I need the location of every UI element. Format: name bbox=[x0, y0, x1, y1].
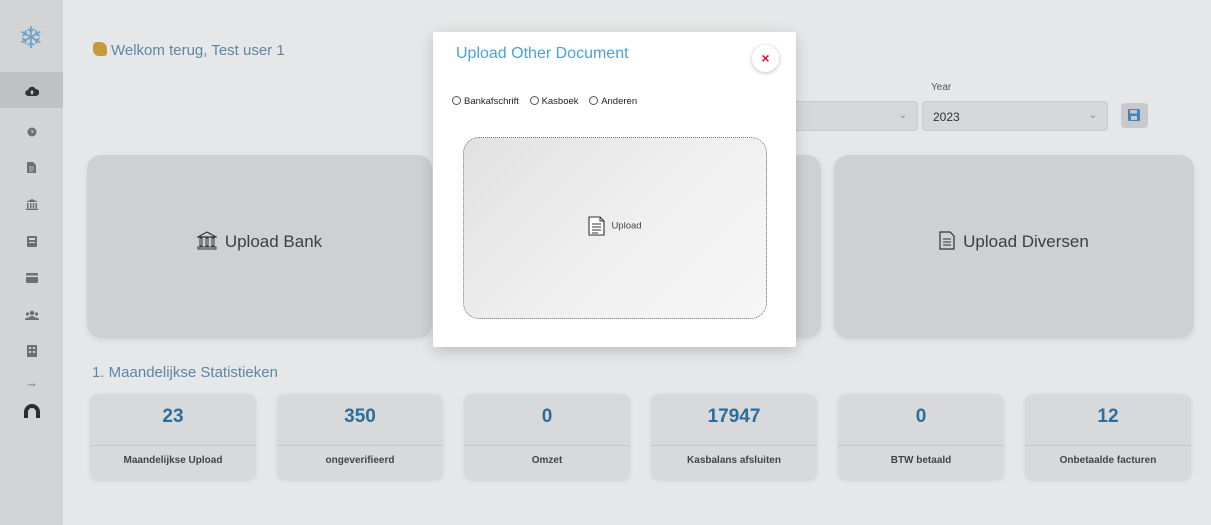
close-button[interactable]: × bbox=[752, 45, 779, 72]
radio-bankafschrift[interactable]: Bankafschrift bbox=[452, 96, 519, 107]
radio-circle-icon[interactable] bbox=[452, 96, 461, 105]
radio-circle-icon[interactable] bbox=[529, 96, 539, 105]
radio-circle-icon[interactable] bbox=[589, 96, 599, 105]
upload-other-document-modal: Upload Other Document × Bankafschrift Ka… bbox=[433, 32, 796, 347]
radio-label: Bankafschrift bbox=[464, 96, 519, 107]
document-type-radio-group: Bankafschrift Kasboek Anderen bbox=[452, 96, 645, 107]
radio-label: Kasboek bbox=[541, 96, 579, 107]
radio-label: Anderen bbox=[601, 96, 638, 107]
upload-prompt: Upload bbox=[464, 216, 766, 236]
modal-title: Upload Other Document bbox=[456, 45, 629, 62]
document-icon bbox=[588, 216, 605, 236]
upload-dropzone[interactable]: Upload bbox=[463, 137, 767, 319]
upload-label: Upload bbox=[611, 220, 642, 232]
radio-kasboek[interactable]: Kasboek bbox=[529, 96, 579, 107]
radio-anderen[interactable]: Anderen bbox=[589, 96, 637, 107]
